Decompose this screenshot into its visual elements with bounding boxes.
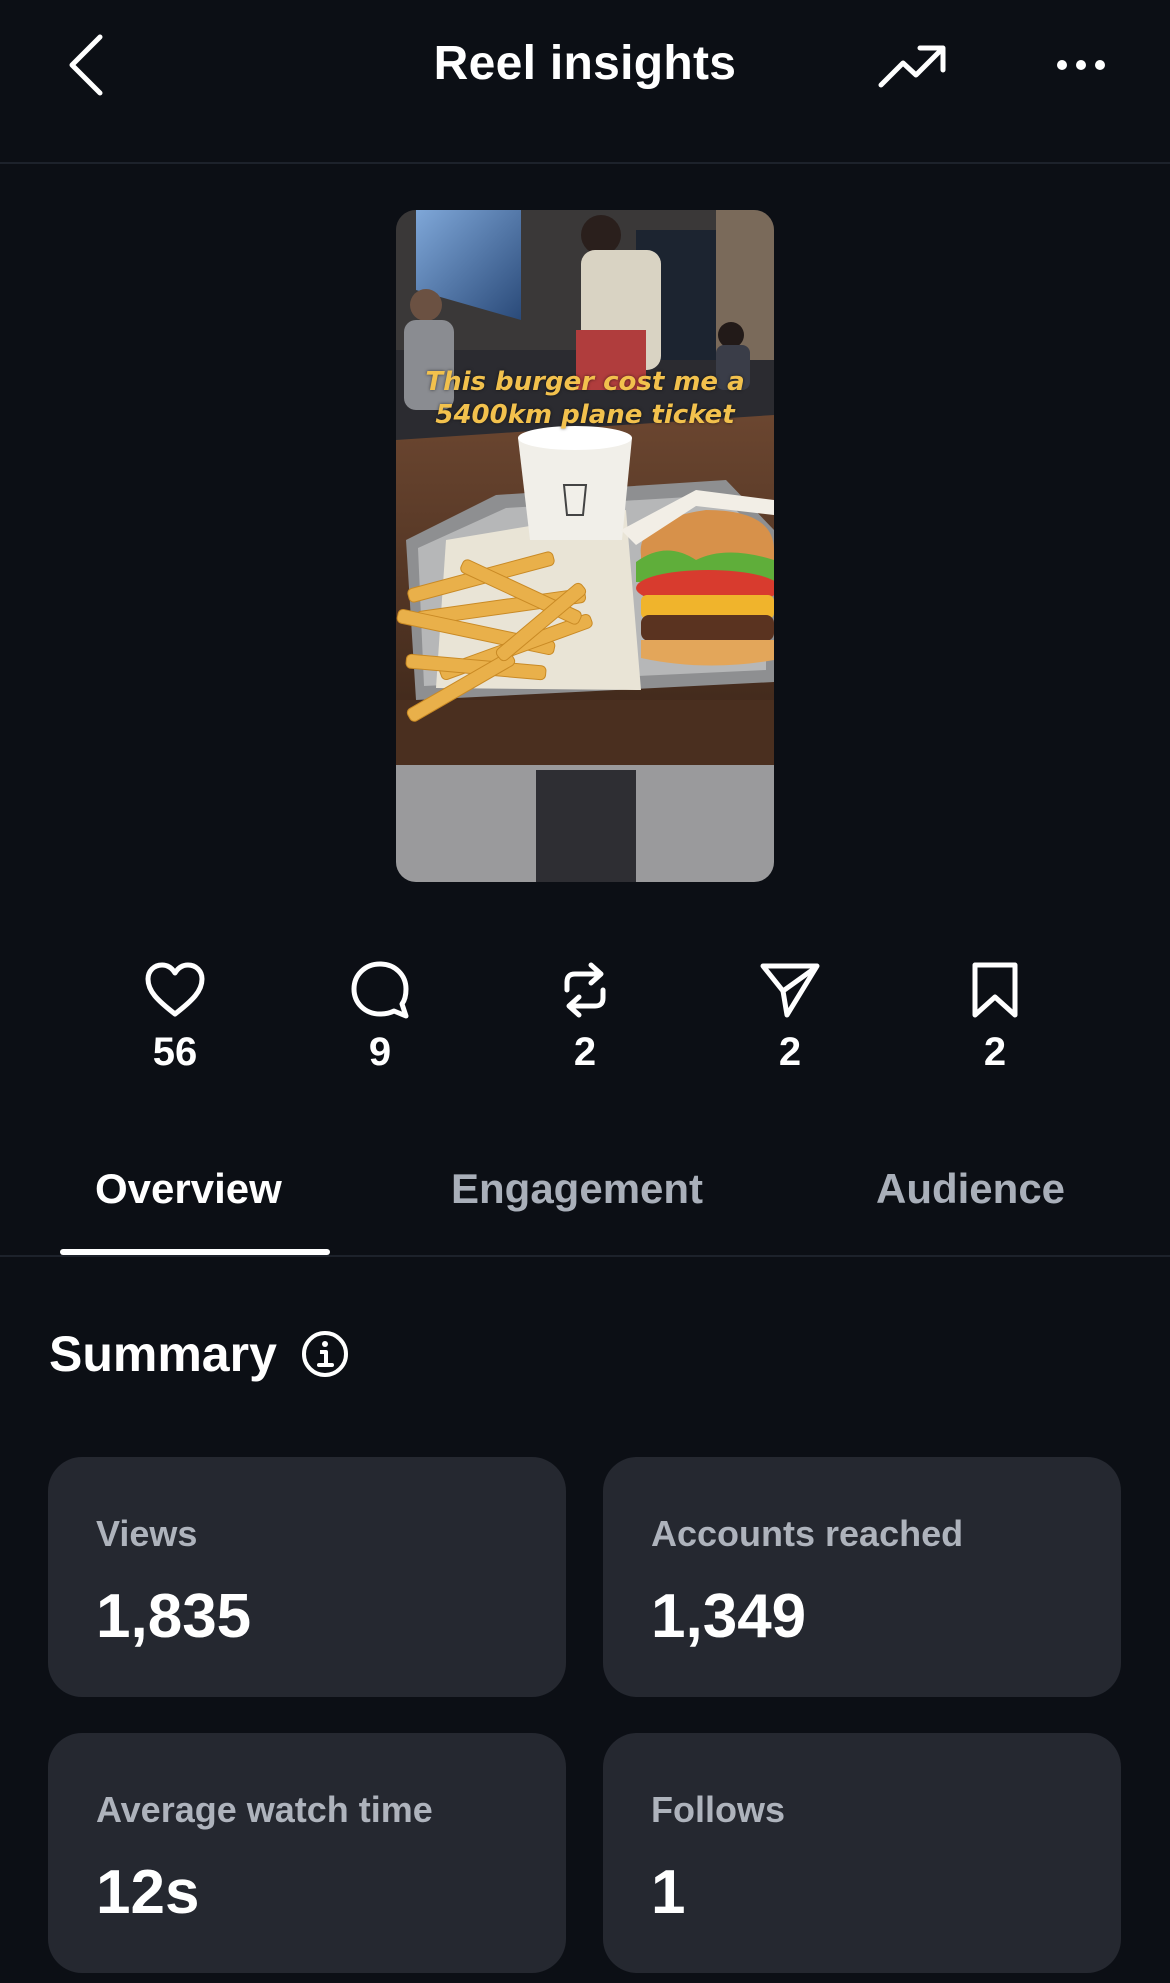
comments-count: 9 <box>368 1030 392 1074</box>
reel-thumbnail-image <box>396 210 774 882</box>
views-label: Views <box>96 1513 198 1554</box>
heart-icon <box>145 962 205 1017</box>
more-options-button[interactable] <box>1052 40 1110 90</box>
likes-stat: 56 <box>95 955 255 1075</box>
shares-count: 2 <box>778 1030 802 1074</box>
saves-count: 2 <box>983 1030 1007 1074</box>
reel-caption-line2: 5400km plane ticket <box>435 400 735 430</box>
average-watch-time-label: Average watch time <box>96 1789 433 1830</box>
accounts-reached-card[interactable]: Accounts reached 1,349 <box>603 1457 1121 1697</box>
more-horizontal-icon <box>1057 60 1105 70</box>
average-watch-time-value: 12s <box>96 1858 200 1927</box>
bookmark-icon <box>972 962 1018 1018</box>
insights-tabs: Overview Engagement Audience <box>0 1145 1170 1257</box>
trend-button[interactable] <box>876 38 950 94</box>
average-watch-time-card[interactable]: Average watch time 12s <box>48 1733 566 1973</box>
header-bar: Reel insights <box>0 0 1170 164</box>
views-card[interactable]: Views 1,835 <box>48 1457 566 1697</box>
info-icon <box>301 1331 348 1377</box>
follows-value: 1 <box>651 1858 686 1927</box>
reposts-stat: 2 <box>505 955 665 1075</box>
summary-info-button[interactable] <box>301 1330 349 1378</box>
comments-stat: 9 <box>300 955 460 1075</box>
comment-icon <box>351 961 409 1019</box>
tab-engagement[interactable]: Engagement <box>451 1165 703 1213</box>
reel-thumbnail[interactable]: This burger cost me a 5400km plane ticke… <box>396 210 774 882</box>
send-icon <box>760 963 820 1018</box>
page-title: Reel insights <box>433 37 737 90</box>
likes-count: 56 <box>152 1030 198 1074</box>
reposts-count: 2 <box>573 1030 597 1074</box>
views-value: 1,835 <box>96 1582 252 1651</box>
saves-stat: 2 <box>915 955 1075 1075</box>
summary-title: Summary <box>49 1326 277 1382</box>
accounts-reached-value: 1,349 <box>651 1582 807 1651</box>
interaction-stats: 56 9 2 2 2 <box>0 955 1170 1095</box>
reel-caption-line1: This burger cost me a <box>425 367 745 397</box>
accounts-reached-label: Accounts reached <box>651 1513 964 1554</box>
follows-label: Follows <box>651 1789 785 1830</box>
shares-stat: 2 <box>710 955 870 1075</box>
tab-overview[interactable]: Overview <box>95 1165 282 1213</box>
trending-up-icon <box>878 45 946 88</box>
reel-caption: This burger cost me a 5400km plane ticke… <box>396 366 774 432</box>
tab-audience[interactable]: Audience <box>876 1165 1065 1213</box>
active-tab-indicator <box>60 1249 330 1255</box>
follows-card[interactable]: Follows 1 <box>603 1733 1121 1973</box>
summary-header: Summary <box>49 1325 349 1383</box>
repost-icon <box>564 962 606 1018</box>
